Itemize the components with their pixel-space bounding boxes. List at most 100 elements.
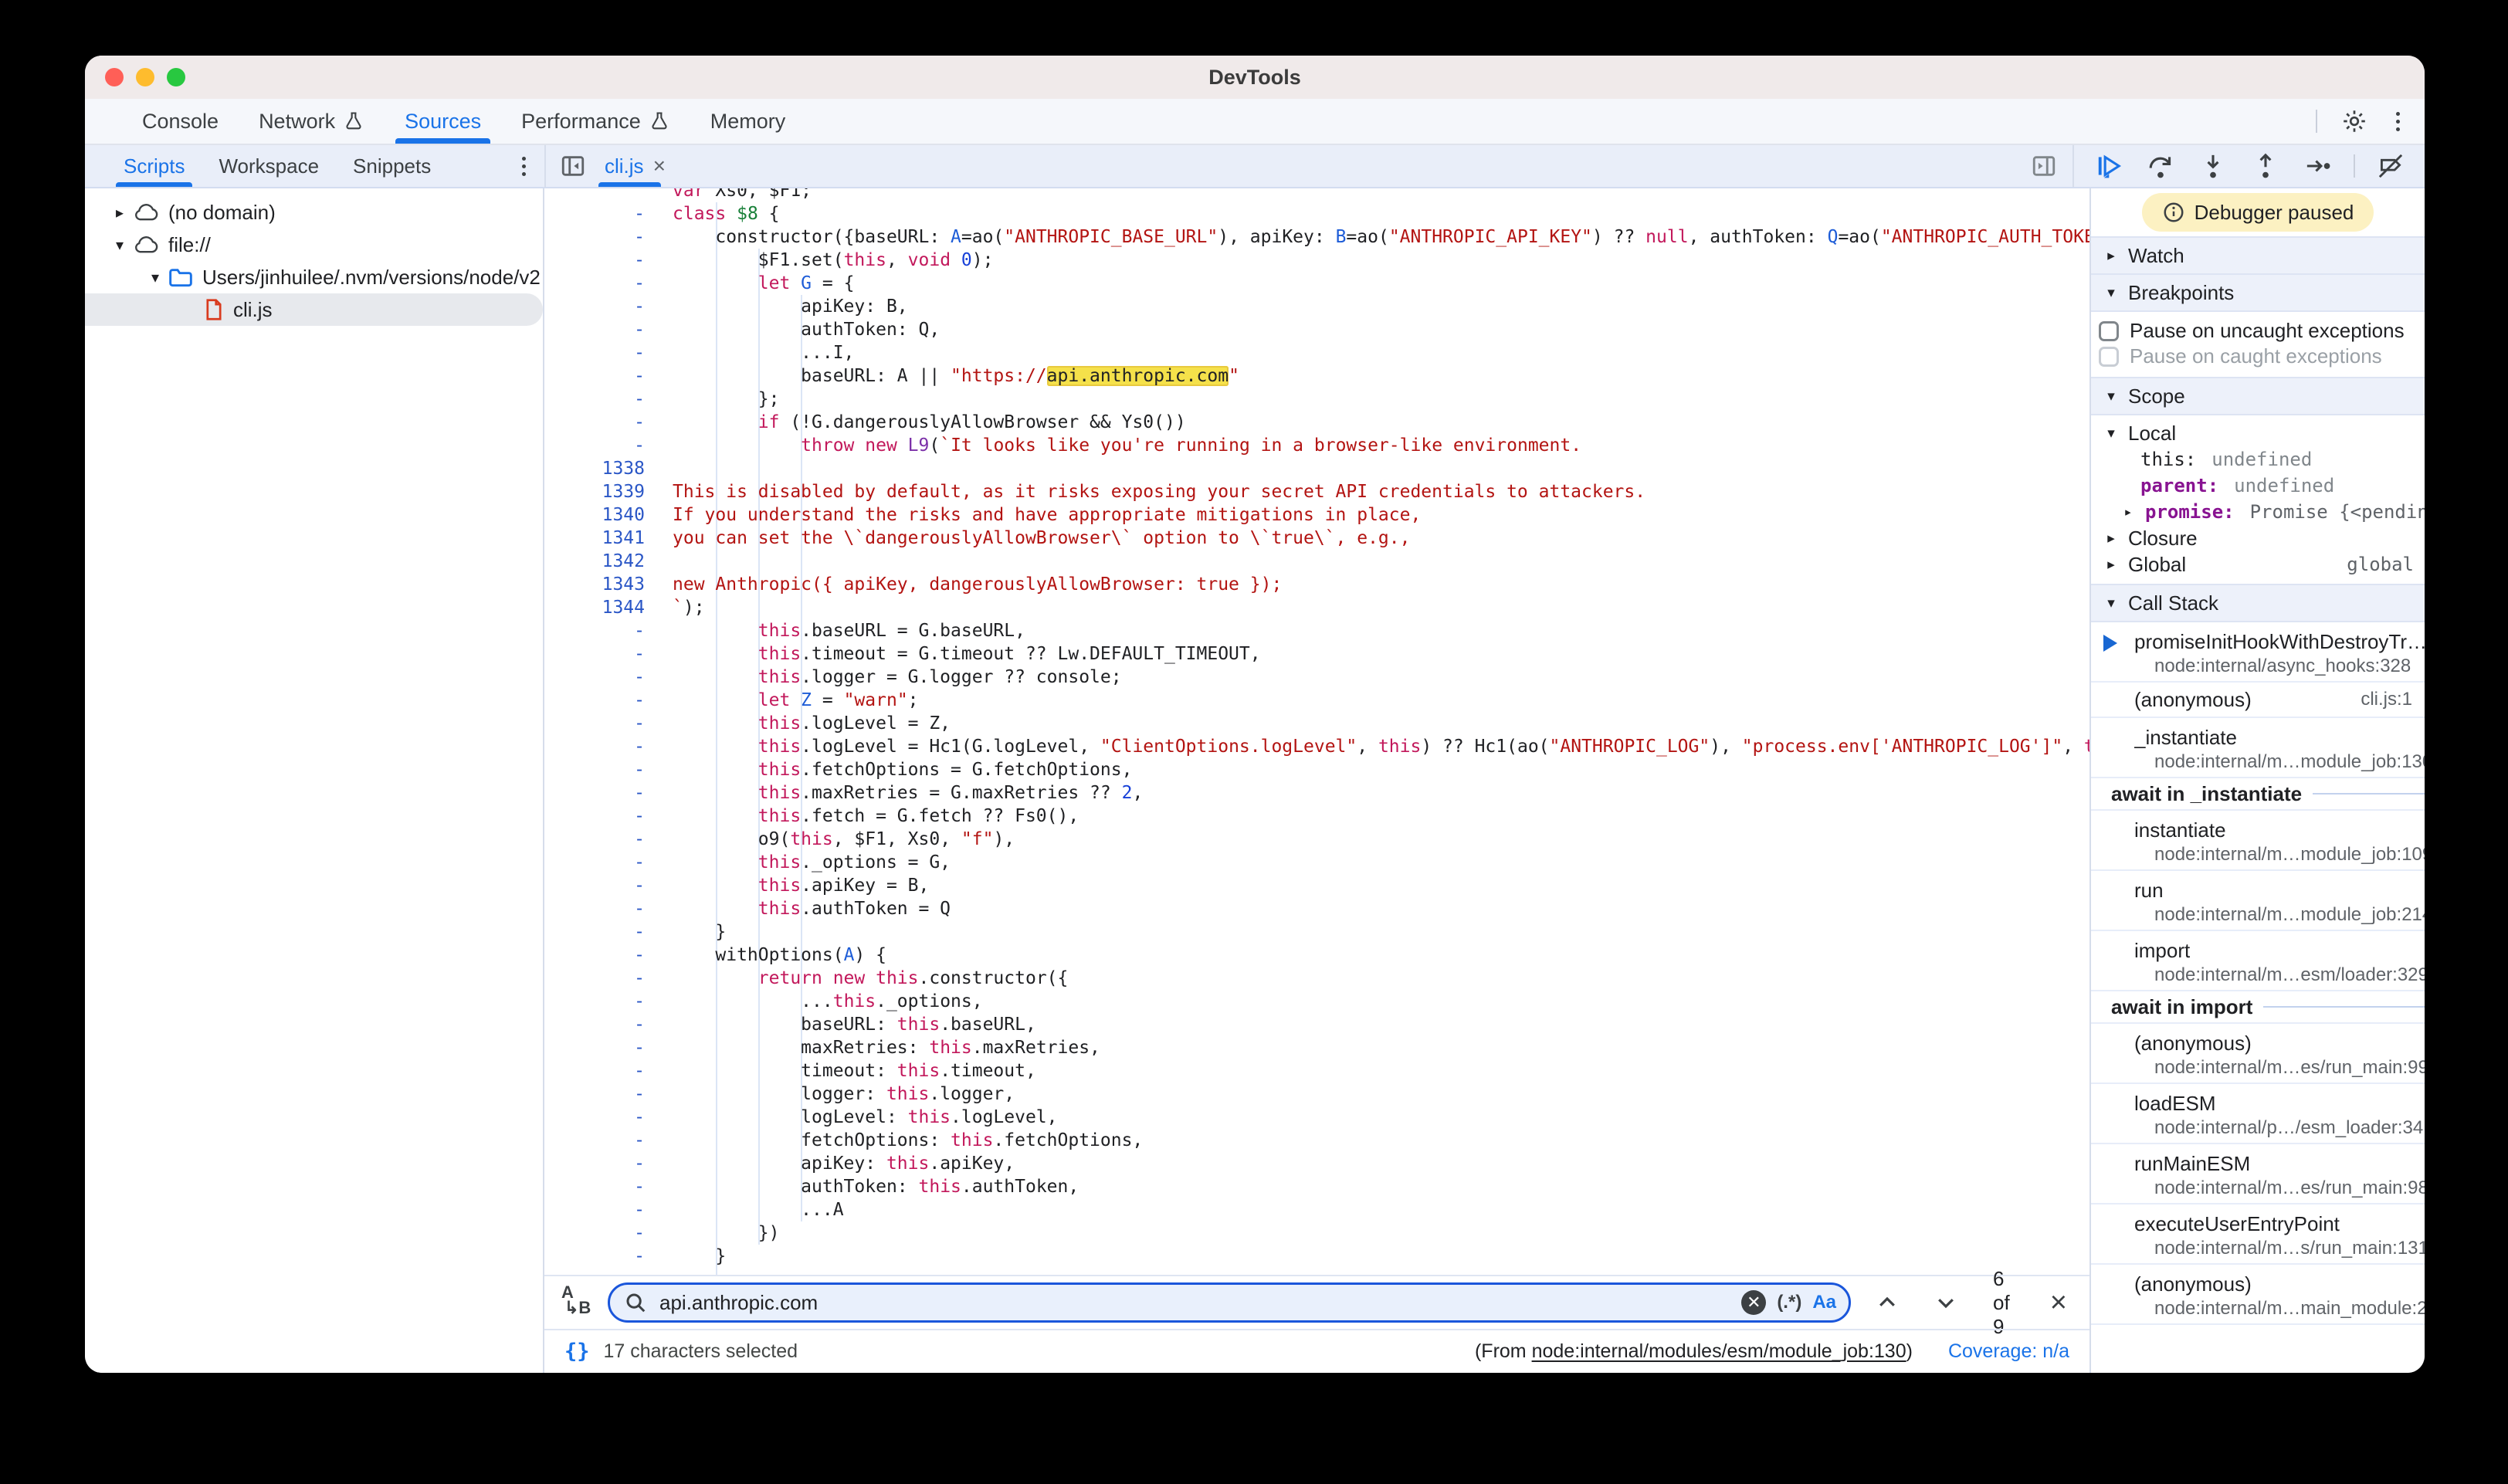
call-stack-frame[interactable]: runnode:internal/m…module_job:214 [2091, 871, 2425, 931]
line-gutter[interactable]: - [544, 619, 673, 642]
step-button[interactable] [2301, 149, 2335, 183]
line-gutter[interactable]: - [544, 805, 673, 828]
line-gutter[interactable]: - [544, 689, 673, 712]
code-line[interactable]: - baseURL: this.baseURL, [544, 1013, 2089, 1036]
scope-local[interactable]: ▾Local [2091, 420, 2425, 446]
line-gutter[interactable]: 1344 [544, 596, 673, 619]
step-into-button[interactable] [2196, 149, 2230, 183]
navigator-tab-snippets[interactable]: Snippets [336, 145, 448, 187]
tree-item[interactable]: ▾Users/jinhuilee/.nvm/versions/node/v2… [85, 261, 543, 293]
code-line[interactable]: - } [544, 1245, 2089, 1268]
resume-button[interactable] [2091, 149, 2125, 183]
line-gutter[interactable]: 1339 [544, 480, 673, 503]
line-gutter[interactable]: - [544, 295, 673, 318]
code-line[interactable]: - throw new L9(`It looks like you're run… [544, 434, 2089, 457]
call-stack-frame[interactable]: (anonymous)cli.js:1 [2091, 683, 2425, 718]
line-gutter[interactable]: - [544, 1175, 673, 1198]
coverage-link[interactable]: Coverage: n/a [1948, 1340, 2069, 1363]
step-over-button[interactable] [2144, 149, 2178, 183]
code-line[interactable]: - } [544, 920, 2089, 944]
tree-item[interactable]: cli.js [85, 293, 543, 326]
line-gutter[interactable]: 1341 [544, 527, 673, 550]
line-gutter[interactable]: - [544, 735, 673, 758]
tab-performance[interactable]: Performance [501, 99, 690, 144]
code-line[interactable]: - apiKey: B, [544, 295, 2089, 318]
code-line[interactable]: - this.authToken = Q [544, 897, 2089, 920]
line-gutter[interactable]: - [544, 1129, 673, 1152]
scope-section-header[interactable]: ▾ Scope [2091, 377, 2425, 415]
code-line[interactable]: - timeout: this.timeout, [544, 1059, 2089, 1083]
code-line[interactable]: - maxRetries: this.maxRetries, [544, 1036, 2089, 1059]
call-stack-frame[interactable]: loadESMnode:internal/p…/esm_loader:34 [2091, 1084, 2425, 1144]
code-line[interactable]: - let G = { [544, 272, 2089, 295]
close-find-bar-icon[interactable]: × [2042, 1286, 2075, 1320]
line-gutter[interactable]: - [544, 712, 673, 735]
code-line[interactable]: - ...I, [544, 341, 2089, 364]
breakpoint-option[interactable]: Pause on caught exceptions [2099, 344, 2425, 369]
code-line[interactable]: -class $8 { [544, 202, 2089, 225]
line-gutter[interactable]: - [544, 967, 673, 990]
chevron-down-icon[interactable]: ▾ [144, 268, 167, 287]
code-line[interactable]: - baseURL: A || "https://api.anthropic.c… [544, 364, 2089, 388]
chevron-right-icon[interactable]: ▸ [2119, 503, 2137, 520]
scope-variable[interactable]: parent:undefined [2091, 473, 2425, 499]
pretty-print-icon[interactable]: {} [564, 1340, 590, 1364]
call-stack-frame[interactable]: (anonymous)node:internal/m…es/run_main:9… [2091, 1024, 2425, 1084]
code-line[interactable]: - apiKey: this.apiKey, [544, 1152, 2089, 1175]
code-line[interactable]: - let Z = "warn"; [544, 689, 2089, 712]
call-stack-section-header[interactable]: ▾ Call Stack [2091, 584, 2425, 622]
line-gutter[interactable]: - [544, 434, 673, 457]
line-gutter[interactable]: - [544, 1013, 673, 1036]
checkbox-icon[interactable] [2099, 347, 2119, 367]
line-gutter[interactable]: - [544, 225, 673, 249]
deactivate-breakpoints-button[interactable] [2374, 149, 2408, 183]
code-line[interactable]: 1340If you understand the risks and have… [544, 503, 2089, 527]
line-gutter[interactable]: - [544, 781, 673, 805]
code-line[interactable]: - authToken: this.authToken, [544, 1175, 2089, 1198]
code-line[interactable]: 1341you can set the \`dangerouslyAllowBr… [544, 527, 2089, 550]
more-options-icon[interactable] [2391, 107, 2405, 136]
scope-global[interactable]: ▸Globalglobal [2091, 551, 2425, 578]
step-out-button[interactable] [2249, 149, 2283, 183]
line-gutter[interactable]: - [544, 828, 673, 851]
line-gutter[interactable]: - [544, 341, 673, 364]
line-gutter[interactable]: - [544, 642, 673, 666]
line-gutter[interactable]: - [544, 1198, 673, 1221]
checkbox-icon[interactable] [2099, 321, 2119, 341]
line-gutter[interactable]: - [544, 920, 673, 944]
from-link[interactable]: node:internal/modules/esm/module_job:130 [1532, 1340, 1906, 1362]
code-line[interactable]: - this.logLevel = Hc1(G.logLevel, "Clien… [544, 735, 2089, 758]
tab-console[interactable]: Console [122, 99, 239, 144]
line-gutter[interactable]: - [544, 897, 673, 920]
code-line[interactable]: 1339This is disabled by default, as it r… [544, 480, 2089, 503]
breakpoint-option[interactable]: Pause on uncaught exceptions [2099, 318, 2425, 344]
watch-section-header[interactable]: ▸ Watch [2091, 236, 2425, 275]
match-case-toggle[interactable]: Aa [1812, 1292, 1836, 1313]
code-line[interactable]: - this.logLevel = Z, [544, 712, 2089, 735]
line-gutter[interactable]: - [544, 1106, 673, 1129]
navigator-tab-workspace[interactable]: Workspace [202, 145, 336, 187]
code-line[interactable]: - this.logger = G.logger ?? console; [544, 666, 2089, 689]
code-line[interactable]: var Xs0, $F1; [544, 188, 2089, 202]
call-stack-frame[interactable]: instantiatenode:internal/m…module_job:10… [2091, 811, 2425, 871]
search-input[interactable] [658, 1290, 1730, 1316]
code-line[interactable]: 1342 [544, 550, 2089, 573]
code-line[interactable]: - ...this._options, [544, 990, 2089, 1013]
line-gutter[interactable]: - [544, 990, 673, 1013]
code-line[interactable]: - this.maxRetries = G.maxRetries ?? 2, [544, 781, 2089, 805]
navigator-more-icon[interactable] [517, 152, 530, 181]
code-line[interactable]: - logLevel: this.logLevel, [544, 1106, 2089, 1129]
code-line[interactable]: 1338 [544, 457, 2089, 480]
call-stack-frame[interactable]: (anonymous)node:internal/m…main_module:2 [2091, 1265, 2425, 1325]
line-gutter[interactable]: - [544, 202, 673, 225]
code-line[interactable]: - o9(this, $F1, Xs0, "f"), [544, 828, 2089, 851]
call-stack-frame[interactable]: promiseInitHookWithDestroyTr…node:intern… [2091, 622, 2425, 683]
code-line[interactable]: - if (!G.dangerouslyAllowBrowser && Ys0(… [544, 411, 2089, 434]
code-line[interactable]: - constructor({baseURL: A=ao("ANTHROPIC_… [544, 225, 2089, 249]
code-line[interactable]: - withOptions(A) { [544, 944, 2089, 967]
chevron-right-icon[interactable]: ▸ [108, 203, 131, 222]
code-line[interactable]: - }) [544, 1221, 2089, 1245]
code-line[interactable]: - $F1.set(this, void 0); [544, 249, 2089, 272]
line-gutter[interactable]: 1342 [544, 550, 673, 573]
previous-match-icon[interactable] [1865, 1286, 1910, 1319]
